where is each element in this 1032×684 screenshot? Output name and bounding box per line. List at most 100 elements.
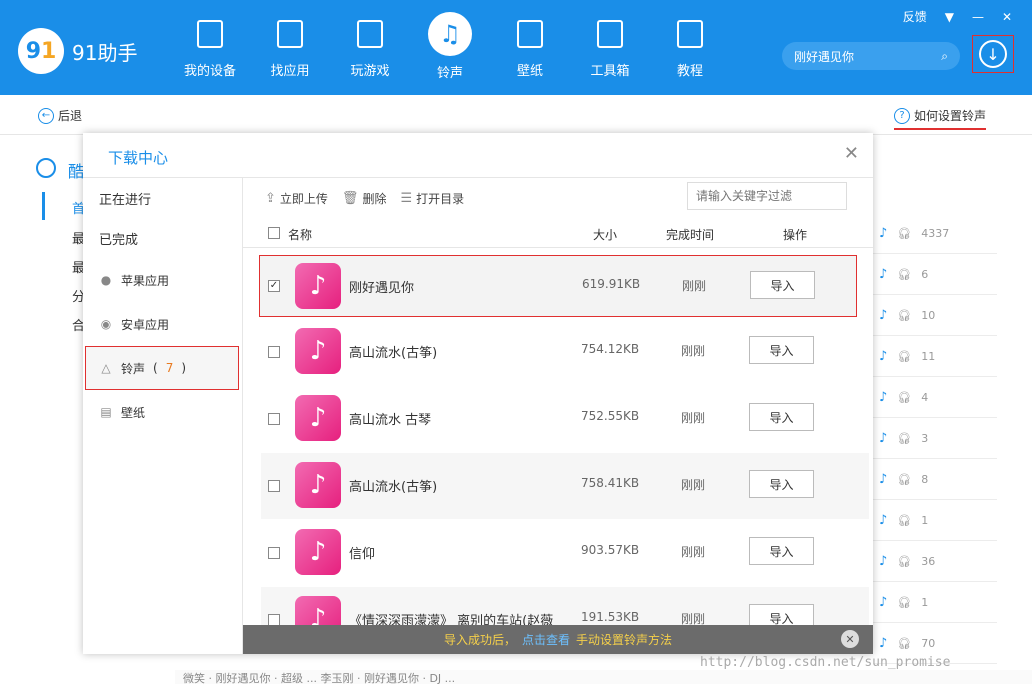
bell-icon[interactable]: ♪ (879, 554, 887, 569)
download-center-dialog: 下载中心 ✕ 正在进行 已完成 ● 苹果应用 ◉ 安卓应用 △ 铃声 (7) ▤… (83, 133, 873, 654)
list-item[interactable]: ♪ 🎧︎ 6 (873, 254, 997, 295)
import-button[interactable]: 导入 (749, 470, 814, 498)
list-item[interactable]: ♪ 🎧︎ 8 (873, 459, 997, 500)
row-checkbox[interactable] (268, 614, 280, 625)
nav-toolbox[interactable]: 工具箱 (570, 14, 650, 88)
headphone-icon: 🎧︎ (897, 595, 912, 609)
filter-input[interactable] (687, 182, 847, 210)
close-button[interactable]: ✕ (1002, 10, 1012, 24)
upload-button[interactable]: ⇪ 立即上传 (265, 190, 328, 207)
open-directory-button[interactable]: ☰ 打开目录 (400, 190, 464, 207)
import-button[interactable]: 导入 (749, 604, 814, 625)
bell-icon[interactable]: ♪ (879, 267, 887, 282)
search-input[interactable]: 刚好遇见你 ⌕ (782, 42, 960, 70)
headphone-icon: 🎧︎ (897, 636, 912, 650)
menu-dropdown-icon[interactable]: ▼ (945, 10, 954, 24)
sidebar-item-completed[interactable]: 已完成 (83, 218, 242, 258)
nav-ringtones[interactable]: ♫ 铃声 (410, 12, 490, 88)
bell-icon[interactable]: ♪ (879, 308, 887, 323)
table-row[interactable]: ♪ 信仰 903.57KB 刚刚 导入 (261, 520, 869, 586)
list-item[interactable]: ♪ 🎧︎ 10 (873, 295, 997, 336)
how-to-set-ringtone-link[interactable]: ? 如何设置铃声 (894, 107, 987, 130)
nav-my-device[interactable]: 我的设备 (170, 14, 250, 88)
table-row[interactable]: ♪ 《情深深雨濛濛》 离别的车站(赵薇 191.53KB 刚刚 导入 (261, 587, 869, 625)
nav-find-apps[interactable]: 找应用 (250, 14, 330, 88)
bell-icon[interactable]: ♪ (879, 349, 887, 364)
sidebar-item-ringtones[interactable]: △ 铃声 (7) (85, 346, 239, 390)
back-button[interactable]: ← 后退 (38, 107, 82, 124)
row-checkbox[interactable] (268, 547, 280, 559)
search-icon[interactable]: ⌕ (941, 49, 948, 64)
app-logo: 91 91助手 (18, 28, 137, 74)
import-toast: 导入成功后， 点击查看 手动设置铃声方法 ✕ (243, 625, 873, 654)
headphone-icon: 🎧︎ (897, 390, 912, 404)
search-value: 刚好遇见你 (794, 49, 855, 64)
sub-bar: ← 后退 ? 如何设置铃声 (0, 95, 1032, 135)
import-button[interactable]: 导入 (749, 336, 814, 364)
sidebar-item-in-progress[interactable]: 正在进行 (83, 178, 242, 218)
table-row[interactable]: ♪ 高山流水 古琴 752.55KB 刚刚 导入 (261, 386, 869, 452)
headphone-icon: 🎧︎ (897, 431, 912, 445)
ringtone-size: 903.57KB (581, 543, 640, 557)
view-link[interactable]: 点击查看 (522, 631, 570, 648)
row-checkbox[interactable] (268, 346, 280, 358)
ringtone-name: 高山流水(古筝) (349, 480, 438, 495)
list-item[interactable]: ♪ 🎧︎ 36 (873, 541, 997, 582)
music-note-icon: ♪ (295, 328, 341, 374)
row-checkbox[interactable] (268, 413, 280, 425)
background-footer: 微笑 · 刚好遇见你 · 超级 ... 李玉刚 · 刚好遇见你 · DJ ... (175, 670, 1032, 684)
list-item[interactable]: ♪ 🎧︎ 3 (873, 418, 997, 459)
minimize-button[interactable]: — (972, 10, 984, 24)
bell-icon[interactable]: ♪ (879, 390, 887, 405)
nav-wallpapers[interactable]: 壁纸 (490, 14, 570, 88)
dialog-close-icon[interactable]: ✕ (844, 143, 859, 164)
select-all-checkbox[interactable] (268, 227, 280, 239)
bell-icon[interactable]: ♪ (879, 595, 887, 610)
music-note-icon: ♪ (295, 263, 341, 309)
gamepad-icon (350, 14, 390, 54)
row-checkbox[interactable]: ✓ (268, 280, 280, 292)
bell-icon[interactable]: ♪ (879, 513, 887, 528)
download-center-button[interactable]: ↓ (972, 35, 1014, 73)
dialog-title: 下载中心 (108, 149, 169, 167)
row-checkbox[interactable] (268, 480, 280, 492)
feedback-link[interactable]: 反馈 (903, 8, 927, 25)
list-item[interactable]: ♪ 🎧︎ 4 (873, 377, 997, 418)
import-button[interactable]: 导入 (749, 403, 814, 431)
ringtone-size: 619.91KB (582, 277, 641, 291)
table-row[interactable]: ✓ ♪ 刚好遇见你 619.91KB 刚刚 导入 (259, 255, 857, 317)
nav-games[interactable]: 玩游戏 (330, 14, 410, 88)
import-button[interactable]: 导入 (750, 271, 815, 299)
list-item[interactable]: ♪ 🎧︎ 1 (873, 582, 997, 623)
delete-button[interactable]: 🗑︎ 删除 (342, 190, 387, 207)
sidebar-item-apple-apps[interactable]: ● 苹果应用 (83, 258, 242, 302)
nav-tutorials[interactable]: 教程 (650, 14, 730, 88)
back-arrow-icon: ← (38, 107, 54, 124)
apple-icon: ● (100, 273, 112, 287)
list-item[interactable]: ♪ 🎧︎ 11 (873, 336, 997, 377)
device-icon (190, 14, 230, 54)
active-indicator (42, 192, 45, 220)
toast-close-icon[interactable]: ✕ (841, 630, 859, 648)
table-row[interactable]: ♪ 高山流水(古筝) 758.41KB 刚刚 导入 (261, 453, 869, 519)
ringtone-time: 刚刚 (682, 279, 707, 293)
ringtone-size: 754.12KB (581, 342, 640, 356)
ringtone-size: 191.53KB (581, 610, 640, 624)
bell-icon[interactable]: ♪ (879, 636, 887, 651)
column-name: 名称 (288, 228, 313, 242)
watermark: http://blog.csdn.net/sun_promise (700, 655, 951, 670)
headphone-icon: 🎧︎ (897, 472, 912, 486)
ringtone-time: 刚刚 (681, 411, 706, 425)
android-icon: ◉ (100, 317, 112, 331)
music-note-icon: ♪ (295, 462, 341, 508)
import-button[interactable]: 导入 (749, 537, 814, 565)
bell-icon[interactable]: ♪ (879, 226, 887, 241)
list-item[interactable]: ♪ 🎧︎ 4337 (873, 213, 997, 254)
music-note-icon: ♪ (295, 395, 341, 441)
sidebar-item-android-apps[interactable]: ◉ 安卓应用 (83, 302, 242, 346)
list-item[interactable]: ♪ 🎧︎ 1 (873, 500, 997, 541)
sidebar-item-wallpapers[interactable]: ▤ 壁纸 (83, 390, 242, 434)
table-row[interactable]: ♪ 高山流水(古筝) 754.12KB 刚刚 导入 (261, 319, 869, 385)
bell-icon[interactable]: ♪ (879, 431, 887, 446)
bell-icon[interactable]: ♪ (879, 472, 887, 487)
